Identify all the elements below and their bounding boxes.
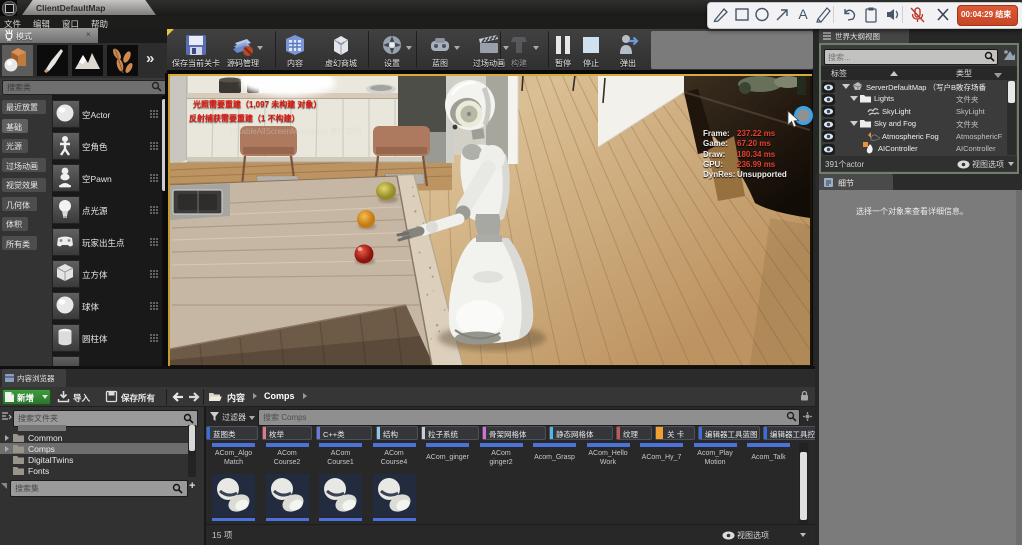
svg-text:A: A xyxy=(798,6,808,22)
